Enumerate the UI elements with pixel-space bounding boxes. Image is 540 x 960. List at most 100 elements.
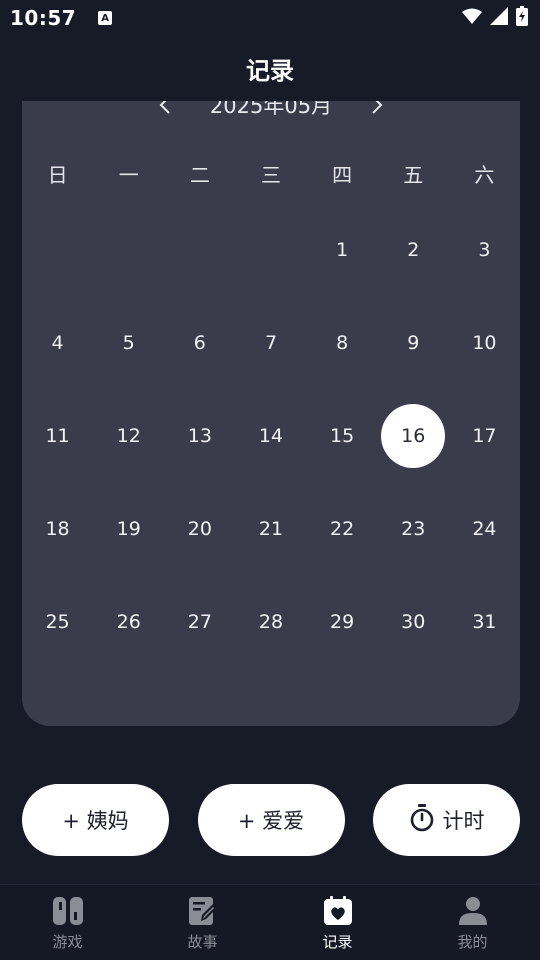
day-number: 5 (122, 331, 135, 354)
add-period-label: + 姨妈 (62, 809, 129, 833)
calendar-day-cell[interactable]: 30 (378, 575, 449, 668)
calendar-day-cell[interactable]: 21 (235, 482, 306, 575)
day-number: 24 (472, 517, 497, 540)
nav-item-profile[interactable]: 我的 (405, 885, 540, 960)
calendar-day-cell[interactable]: 14 (235, 389, 306, 482)
calendar-day-cell[interactable]: 4 (22, 296, 93, 389)
calendar-day-cell[interactable]: 1 (307, 203, 378, 296)
day-number: 22 (330, 517, 355, 540)
day-number: 25 (45, 610, 70, 633)
nav-label-profile: 我的 (457, 933, 488, 951)
calendar-day-cell[interactable]: 9 (378, 296, 449, 389)
day-number: 11 (45, 424, 70, 447)
signal-icon (490, 7, 508, 29)
calendar-heart-icon (322, 895, 354, 927)
weekday-header: 日 一 二 三 四 五 六 (22, 156, 520, 190)
add-love-label: + 爱爱 (237, 809, 305, 833)
calendar-day-cell[interactable]: 3 (449, 203, 520, 296)
page-title: 记录 (246, 56, 294, 85)
a-notification-icon: A (98, 11, 113, 25)
day-number: 27 (187, 610, 212, 633)
add-period-button[interactable]: + 姨妈 (22, 784, 169, 856)
calendar-empty-cell (235, 203, 306, 296)
battery-charging-icon (516, 6, 528, 30)
status-bar: 10:57 A (0, 0, 540, 36)
weekday-label: 六 (474, 162, 495, 187)
weekday-label: 一 (118, 162, 139, 187)
calendar-day-cell[interactable]: 11 (22, 389, 93, 482)
day-number (97, 218, 161, 282)
status-time: 10:57 (10, 6, 77, 30)
weekday-label: 二 (189, 162, 210, 187)
calendar-day-cell[interactable]: 8 (307, 296, 378, 389)
day-number: 19 (116, 517, 141, 540)
day-number (168, 218, 232, 282)
game-controller-icon (52, 895, 84, 927)
calendar-day-cell[interactable]: 20 (164, 482, 235, 575)
calendar-day-cell[interactable]: 19 (93, 482, 164, 575)
weekday-label: 五 (403, 162, 424, 187)
calendar-day-cell[interactable]: 10 (449, 296, 520, 389)
calendar-day-cell[interactable]: 15 (307, 389, 378, 482)
weekday-label: 四 (332, 162, 353, 187)
wifi-icon (462, 8, 482, 28)
day-number: 31 (472, 610, 497, 633)
calendar-day-cell[interactable]: 23 (378, 482, 449, 575)
calendar-day-cell[interactable]: 2 (378, 203, 449, 296)
nav-item-stories[interactable]: 故事 (135, 885, 270, 960)
calendar-day-cell[interactable]: 29 (307, 575, 378, 668)
next-month-button[interactable] (366, 101, 388, 116)
bottom-navigation: 游戏 故事 记录 我的 (0, 884, 540, 960)
calendar-day-cell[interactable]: 18 (22, 482, 93, 575)
calendar-day-cell[interactable]: 17 (449, 389, 520, 482)
calendar-empty-cell (93, 203, 164, 296)
day-number: 10 (472, 331, 497, 354)
calendar-card: 2025年05月 日 一 二 三 四 五 六 1 2 3 4 5 6 7 8 9 10 11 12 13… (22, 101, 520, 726)
nav-item-games[interactable]: 游戏 (0, 885, 135, 960)
month-label: 2025年05月 (209, 101, 333, 118)
status-right (462, 6, 528, 30)
weekday-label: 三 (260, 162, 281, 187)
day-number (239, 218, 303, 282)
calendar-day-cell[interactable]: 26 (93, 575, 164, 668)
calendar-day-cell[interactable]: 12 (93, 389, 164, 482)
calendar-day-cell[interactable]: 5 (93, 296, 164, 389)
calendar-day-cell[interactable]: 7 (235, 296, 306, 389)
calendar-day-cell[interactable]: 28 (235, 575, 306, 668)
calendar-day-cell[interactable]: 27 (164, 575, 235, 668)
nav-item-records[interactable]: 记录 (270, 885, 405, 960)
calendar-day-cell[interactable]: 13 (164, 389, 235, 482)
add-love-button[interactable]: + 爱爱 (197, 784, 345, 856)
weekday-label: 日 (47, 162, 68, 187)
day-number: 1 (336, 238, 349, 261)
calendar-day-cell[interactable]: 25 (22, 575, 93, 668)
calendar-days-grid: 1 2 3 4 5 6 7 8 9 10 11 12 13 14 15 16 17 18 19 20 21 22 23 24 2… (22, 203, 520, 668)
calendar-day-cell[interactable]: 31 (449, 575, 520, 668)
timer-label: 计时 (442, 809, 485, 833)
story-edit-icon (187, 895, 219, 927)
day-number: 14 (258, 424, 284, 447)
timer-button[interactable]: 计时 (373, 784, 520, 856)
day-number: 26 (116, 610, 141, 633)
day-number: 7 (264, 331, 278, 354)
calendar-day-cell[interactable]: 16 (378, 389, 449, 482)
nav-label-games: 游戏 (52, 933, 83, 951)
profile-icon (457, 895, 489, 927)
previous-month-button[interactable] (154, 101, 176, 116)
day-number: 29 (330, 610, 355, 633)
chevron-left-icon (159, 101, 170, 114)
calendar-day-cell[interactable]: 6 (164, 296, 235, 389)
day-number: 23 (401, 517, 426, 540)
day-number: 13 (187, 424, 212, 447)
day-number: 20 (187, 517, 212, 540)
nav-label-stories: 故事 (187, 933, 218, 951)
day-number: 18 (45, 517, 70, 540)
day-number: 17 (472, 424, 497, 447)
stopwatch-icon (409, 803, 435, 837)
calendar-day-cell[interactable]: 22 (307, 482, 378, 575)
day-number (26, 218, 90, 282)
page-header: 记录 (0, 40, 540, 96)
selected-day-number: 16 (381, 403, 446, 468)
calendar-day-cell[interactable]: 24 (449, 482, 520, 575)
month-navigation: 2025年05月 (22, 101, 520, 125)
